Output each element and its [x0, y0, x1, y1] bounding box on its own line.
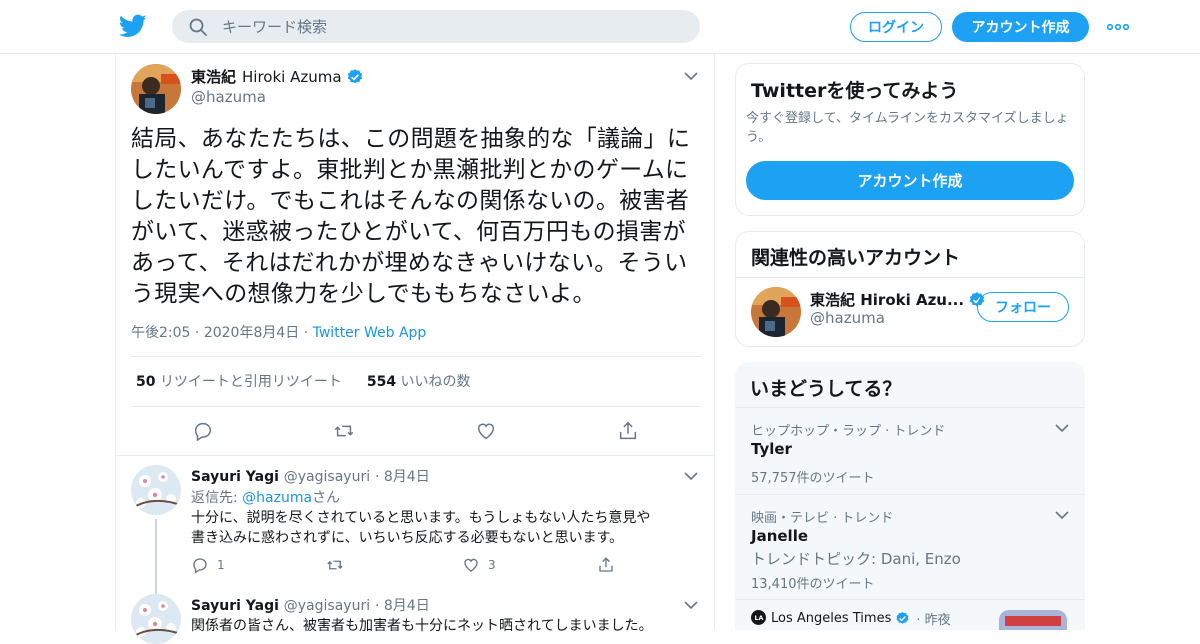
display-name[interactable]: 東浩紀	[191, 66, 236, 87]
news-source-logo: LA	[751, 610, 766, 625]
reply-text-line: 書き込みに惑わされずに、いちいち反応する必要もないと思います。	[191, 530, 624, 546]
chevron-down-icon[interactable]	[683, 599, 699, 611]
signup-card-button[interactable]: アカウント作成	[746, 161, 1074, 200]
avatar[interactable]	[131, 465, 181, 515]
login-button[interactable]: ログイン	[850, 12, 942, 42]
tweet-source-link[interactable]: Twitter Web App	[313, 325, 427, 341]
related-account-handle[interactable]: @hazuma	[810, 309, 885, 327]
reply-to-line: 返信先: @hazumaさん	[191, 490, 341, 506]
trend-category: 映画・テレビ · トレンド	[751, 511, 894, 526]
tweet-date[interactable]: 2020年8月4日	[204, 325, 299, 341]
twitter-logo-icon[interactable]	[119, 12, 147, 40]
tweet-stats: 50 リツイートと引用リツイート 554 いいねの数	[136, 371, 471, 391]
reply-date[interactable]: 8月4日	[384, 469, 430, 485]
signup-card: Twitterを使ってみよう 今すぐ登録して、タイムラインをカスタマイズしましょ…	[735, 63, 1085, 216]
chevron-down-icon[interactable]	[1054, 422, 1070, 434]
chevron-down-icon[interactable]	[683, 470, 699, 482]
search-icon	[189, 18, 207, 36]
trend-tweet-count: 57,757件のツイート	[751, 471, 875, 486]
trend-name: Tyler	[751, 440, 792, 458]
search-bar[interactable]	[172, 10, 700, 43]
reply-date[interactable]: 8月4日	[384, 598, 430, 614]
reply-author[interactable]: Sayuri Yagi @yagisayuri · 8月4日	[191, 595, 430, 615]
related-account-name[interactable]: 東浩紀 Hiroki Azu...	[810, 289, 986, 310]
like-stat[interactable]: 554 いいねの数	[367, 374, 471, 390]
trends-title: いまどうしてる？	[750, 378, 902, 400]
avatar[interactable]	[131, 594, 181, 644]
more-dots-icon[interactable]	[1106, 18, 1130, 36]
meta-dot: ·	[303, 325, 313, 341]
trend-item[interactable]: ヒップホップ・ラップ · トレンド Tyler 57,757件のツイート	[735, 407, 1085, 494]
verified-icon	[896, 611, 909, 624]
share-icon[interactable]	[617, 420, 639, 442]
divider	[116, 455, 714, 456]
chevron-down-icon[interactable]	[683, 70, 699, 82]
reply-to-mention[interactable]: @hazuma	[242, 490, 312, 506]
trends-card: いまどうしてる？ ヒップホップ・ラップ · トレンド Tyler 57,757件…	[735, 362, 1085, 630]
news-item[interactable]: LA Los Angeles Times · 昨夜	[735, 599, 1085, 630]
news-source: Los Angeles Times · 昨夜	[771, 611, 951, 628]
reply-author[interactable]: Sayuri Yagi @yagisayuri · 8月4日	[191, 466, 430, 486]
reply-text-line: 十分に、説明を尽くされていると思います。もうしょもない人たち意見や	[191, 510, 651, 526]
retweet-action[interactable]	[326, 556, 352, 574]
retweet-stat[interactable]: 50 リツイートと引用リツイート	[136, 374, 342, 390]
reply-icon	[193, 558, 207, 574]
trend-description: トレンドトピック: Dani, Enzo	[751, 550, 961, 568]
signup-card-subtitle: 今すぐ登録して、タイムラインをカスタマイズしましょ う。	[746, 111, 1069, 145]
display-name-latin[interactable]: Hiroki Azuma	[242, 68, 342, 86]
like-icon[interactable]	[475, 420, 497, 442]
divider	[131, 406, 701, 407]
share-action[interactable]	[597, 556, 623, 574]
retweet-icon	[327, 560, 343, 570]
tweet-author-name[interactable]: 東浩紀 Hiroki Azuma	[191, 66, 364, 87]
like-action[interactable]: 3	[462, 556, 496, 574]
chevron-down-icon[interactable]	[1054, 509, 1070, 521]
trend-tweet-count: 13,410件のツイート	[751, 577, 875, 592]
trend-category: ヒップホップ・ラップ · トレンド	[751, 424, 946, 439]
meta-dot: ·	[194, 325, 204, 341]
divider	[131, 356, 701, 357]
share-icon	[599, 557, 613, 572]
related-accounts-card: 関連性の高いアカウント 東浩紀 Hiroki Azu... @hazuma フォ…	[735, 231, 1085, 347]
like-icon	[464, 558, 478, 572]
reply-handle[interactable]: @yagisayuri	[284, 469, 370, 485]
news-time: · 昨夜	[916, 613, 951, 628]
tweet-timestamp: 午後2:05 · 2020年8月4日 · Twitter Web App	[131, 322, 426, 342]
reply-text-line: 関係者の皆さん、被害者も加害者も十分にネット晒されてしまいました。	[191, 618, 653, 634]
top-bar: ログイン アカウント作成	[0, 0, 1200, 54]
search-input[interactable]	[222, 10, 682, 43]
tweet-author-handle[interactable]: @hazuma	[191, 88, 266, 106]
signup-button[interactable]: アカウント作成	[952, 12, 1089, 42]
reply-icon[interactable]	[192, 420, 214, 442]
verified-icon	[347, 68, 362, 83]
related-accounts-title: 関連性の高いアカウント	[751, 247, 961, 269]
retweet-icon[interactable]	[333, 420, 355, 442]
avatar[interactable]	[131, 64, 181, 114]
follow-button[interactable]: フォロー	[977, 292, 1069, 322]
trend-item[interactable]: 映画・テレビ · トレンド Janelle トレンドトピック: Dani, En…	[735, 494, 1085, 599]
news-thumbnail[interactable]	[999, 610, 1067, 630]
reply-action[interactable]: 1	[191, 556, 225, 574]
signup-card-title: Twitterを使ってみよう	[751, 80, 959, 102]
card-divider	[736, 277, 1084, 278]
reply-handle[interactable]: @yagisayuri	[284, 598, 370, 614]
trend-name: Janelle	[751, 527, 809, 545]
main-column: 東浩紀 Hiroki Azuma @hazuma 結局、あなたたちは、この問題を…	[115, 54, 715, 644]
avatar[interactable]	[751, 287, 801, 337]
tweet-text: 結局、あなたたちは、この問題を抽象的な「議論」にしたいんですよ。東批判とか黒瀬批…	[131, 126, 691, 307]
tweet-time[interactable]: 午後2:05	[131, 325, 190, 341]
